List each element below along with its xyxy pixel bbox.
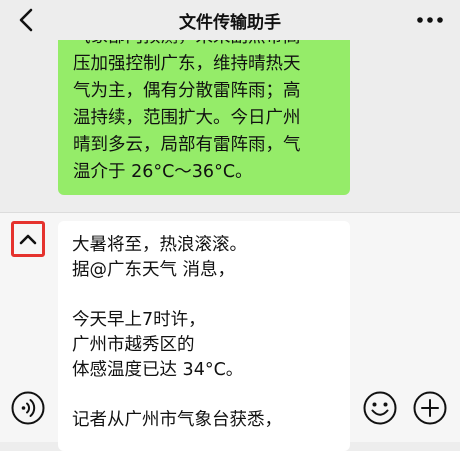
message-draft-text: 大暑将至，热浪滚滚。 据@广东天气 消息， 今天早上7时许， 广州市越秀区的 体… — [72, 235, 282, 430]
sent-message-text: 气象部门预测，未来副热带高 压加强控制广东，维持晴热天 气为主，偶有分散雷阵雨；… — [73, 40, 301, 182]
emoji-icon[interactable] — [362, 390, 398, 426]
page-title: 文件传输助手 — [179, 13, 281, 33]
voice-icon[interactable] — [10, 390, 46, 426]
more-dots-icon[interactable] — [416, 14, 444, 26]
navigation-bar: 文件传输助手 — [0, 0, 460, 40]
chevron-up-icon — [19, 234, 37, 245]
chat-area[interactable]: 气象部门预测，未来副热带高 压加强控制广东，维持晴热天 气为主，偶有分散雷阵雨；… — [0, 40, 460, 212]
collapse-input-button[interactable] — [11, 221, 45, 257]
message-input[interactable]: 大暑将至，热浪滚滚。 据@广东天气 消息， 今天早上7时许， 广州市越秀区的 体… — [58, 221, 350, 451]
message-composer: 大暑将至，热浪滚滚。 据@广东天气 消息， 今天早上7时许， 广州市越秀区的 体… — [0, 212, 460, 451]
plus-circle-icon[interactable] — [412, 390, 448, 426]
sent-message-bubble[interactable]: 气象部门预测，未来副热带高 压加强控制广东，维持晴热天 气为主，偶有分散雷阵雨；… — [58, 40, 350, 195]
